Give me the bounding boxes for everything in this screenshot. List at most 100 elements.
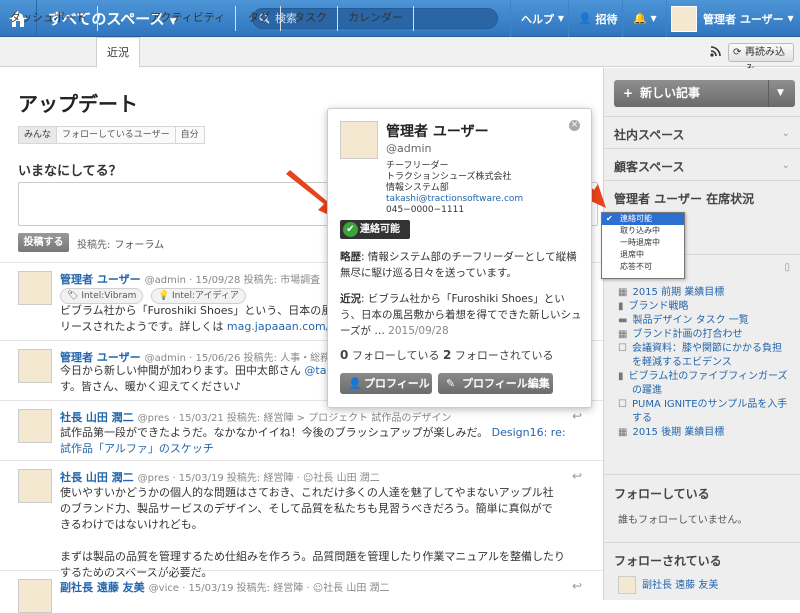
entry-link[interactable]: 試作品「アルファ」のスケッチ (60, 441, 570, 457)
entry-author[interactable]: 副社長 遠藤 友美 @vice · 15/03/19 投稿先: 経営陣 · ☺社長… (60, 579, 390, 595)
email-link[interactable]: takashi@tractionsoftware.com (386, 194, 523, 205)
list-item[interactable]: ▦ 2015 前期 業績目標 (618, 286, 790, 300)
entry-author[interactable]: 社長 山田 潤二 @pres · 15/03/19 投稿先: 経営陣 · ☺社長 … (60, 469, 380, 485)
tab-tags[interactable]: タグ (238, 6, 281, 31)
follower-item[interactable]: 副社長 遠藤 友美 (618, 576, 788, 600)
presence-heading: 管理者 ユーザー 在席状況 (614, 192, 755, 206)
tab-dashboard[interactable]: ダッシュボード (0, 6, 98, 31)
check-icon: ✔ (606, 214, 613, 223)
tab-tasks[interactable]: タスク (284, 6, 338, 31)
list-item: 社長 山田 潤二 @pres · 15/03/21 投稿先: 経営陣 > プロジェ… (0, 400, 603, 460)
entry-link[interactable]: mag.japaaan.com/a (227, 320, 336, 333)
chevron-down-icon[interactable]: ⌄ (782, 160, 790, 171)
reply-icon[interactable]: ↩ (572, 409, 582, 423)
bookmark-icon: ▮ (618, 371, 624, 382)
avatar (671, 5, 697, 32)
avatar[interactable] (18, 469, 52, 503)
profile-button[interactable]: 👤 プロフィール (340, 373, 432, 394)
bell-icon: 🔔 (633, 12, 647, 25)
avatar[interactable] (18, 349, 52, 383)
tab-recent[interactable]: 近況 (96, 37, 140, 68)
customer-spaces-section[interactable]: 顧客スペース (614, 158, 685, 175)
refresh-icon: ⟳ (733, 47, 742, 58)
following-heading: フォローしている (614, 487, 710, 501)
page-title: アップデート (18, 92, 138, 116)
chevron-down-icon: ▼ (777, 88, 784, 98)
feed-filter-tabs: みんな フォローしているユーザー 自分 (18, 126, 205, 144)
tab-activity[interactable]: アクティビティ (140, 6, 237, 31)
tag-chip[interactable]: 💡 Intel:アイディア (150, 288, 246, 304)
list-item[interactable]: ▮ ブランド戦略 (618, 300, 790, 314)
entry-author[interactable]: 社長 山田 潤二 @pres · 15/03/21 投稿先: 経営陣 > プロジェ… (60, 409, 451, 425)
sidebar: + 新しい記事 ▼ 社内スペース ⌄ 顧客スペース ⌄ 管理者 ユーザー 在席状… (603, 68, 800, 600)
chevron-down-icon: ▼ (650, 14, 657, 23)
notifications-button[interactable]: 🔔 ▼ (622, 0, 666, 37)
check-icon: ✔ (343, 222, 358, 237)
status-option-dnd[interactable]: 応答不可 (602, 261, 684, 273)
avatar[interactable] (18, 409, 52, 443)
add-user-icon: 👤 (578, 12, 592, 25)
bookmark-icon: ▮ (618, 301, 624, 312)
chevron-down-icon[interactable]: ⌄ (782, 128, 790, 139)
list-item[interactable]: ▮ ビブラム社のファイブフィンガーズの躍進 (618, 370, 790, 398)
list-item[interactable]: ▬ 製品デザイン タスク 一覧 (618, 314, 790, 328)
list-item: 副社長 遠藤 友美 @vice · 15/03/19 投稿先: 経営陣 · ☺社長… (0, 570, 603, 613)
status-badge: ✔ 連絡可能 (340, 220, 410, 239)
avatar[interactable] (18, 271, 52, 305)
tag-chip[interactable]: 🏷 Intel:Vibram (60, 288, 144, 304)
reply-icon[interactable]: ↩ (572, 469, 582, 483)
status-option-away[interactable]: 一時退席中 (602, 237, 684, 249)
rss-icon[interactable] (710, 46, 721, 60)
avatar[interactable] (340, 121, 378, 159)
checkbox-icon: ☐ (618, 343, 627, 354)
calendar-icon: ▦ (618, 329, 628, 340)
internal-spaces-section[interactable]: 社内スペース (614, 126, 685, 143)
new-article-button[interactable]: + 新しい記事 ▼ (614, 80, 795, 107)
list-item[interactable]: ☐ 会議資料：膝や関節にかかる負担を軽減するエビデンス (618, 342, 790, 370)
chevron-down-icon: ▼ (787, 14, 794, 23)
popup-contact-info: チーフリーダー トラクションシューズ株式会社 情報システム部 takashi@t… (386, 161, 524, 215)
avatar[interactable] (18, 579, 52, 613)
status-prompt: いまなにしてる？ (18, 164, 122, 179)
invite-button[interactable]: 👤 招待 (568, 0, 622, 37)
tab-calendar[interactable]: カレンダー (338, 6, 414, 31)
reload-button[interactable]: ⟳ 再読み込み (728, 43, 794, 75)
list-item[interactable]: ▦ ブランド計画の打合わせ (618, 328, 790, 342)
help-menu[interactable]: ヘルプ ▼ (510, 0, 568, 37)
calendar-icon: ▦ (618, 427, 628, 438)
calendar-icon: ▦ (618, 287, 628, 298)
tag-icon: 🏷 (67, 291, 79, 301)
filter-following[interactable]: フォローしているユーザー (56, 126, 176, 144)
folder-icon: ▬ (618, 315, 628, 326)
pencil-icon: ✎ (446, 377, 456, 390)
post-button[interactable]: 投稿する (18, 233, 69, 252)
following-empty: 誰もフォローしていません。 (618, 515, 748, 526)
popup-bio: 略歴: 情報システム部のチーフリーダーとして縦横無尽に駆け巡る日々を送っています… (340, 251, 577, 279)
status-option-out[interactable]: 退席中 (602, 249, 684, 261)
list-item: 社長 山田 潤二 @pres · 15/03/19 投稿先: 経営陣 · ☺社長 … (0, 460, 603, 579)
post-destination[interactable]: 投稿先: フォーラム (77, 236, 164, 251)
filter-self[interactable]: 自分 (174, 126, 205, 144)
edit-profile-button[interactable]: ✎ プロフィール編集 (438, 373, 553, 394)
filter-everyone[interactable]: みんな (18, 126, 58, 144)
popup-username: @admin (386, 142, 432, 155)
close-icon[interactable]: × (569, 120, 580, 131)
popup-follow-stats: 0 フォローしている 2 フォローされている (340, 348, 554, 362)
popup-name: 管理者 ユーザー (386, 124, 489, 140)
chevron-down-icon: ▼ (557, 14, 564, 23)
list-item[interactable]: ▦ 2015 後期 業績目標 (618, 426, 790, 440)
entry-author[interactable]: 管理者 ユーザー @admin · 15/09/28 投稿先: 市場調査 (60, 271, 320, 287)
entry-text: 使いやすいかどうかの個人的な問題はさておき、これだけ多くの人達を魅了してやまない… (60, 486, 566, 579)
reply-icon[interactable]: ↩ (572, 579, 582, 593)
status-option-busy[interactable]: 取り込み中 (602, 225, 684, 237)
presence-dropdown[interactable]: ✔ 連絡可能 取り込み中 一時退席中 退席中 応答不可 (601, 212, 685, 279)
profile-popup: 管理者 ユーザー @admin × チーフリーダー トラクションシューズ株式会社… (327, 108, 592, 408)
user-menu[interactable]: 管理者 ユーザー ▼ (666, 0, 800, 37)
bookmark-icon[interactable]: ▯ (784, 262, 790, 273)
checkbox-icon: ☐ (618, 399, 627, 410)
entry-link[interactable]: Design16: re: (492, 426, 566, 439)
popup-recent: 近況: ビブラム社から「Furoshiki Shoes」という、日本の風呂敷から… (340, 293, 582, 337)
user-icon: 👤 (348, 377, 362, 390)
status-option-available[interactable]: ✔ 連絡可能 (602, 213, 684, 225)
list-item[interactable]: ☐ PUMA IGNITEのサンプル品を入手する (618, 398, 790, 426)
